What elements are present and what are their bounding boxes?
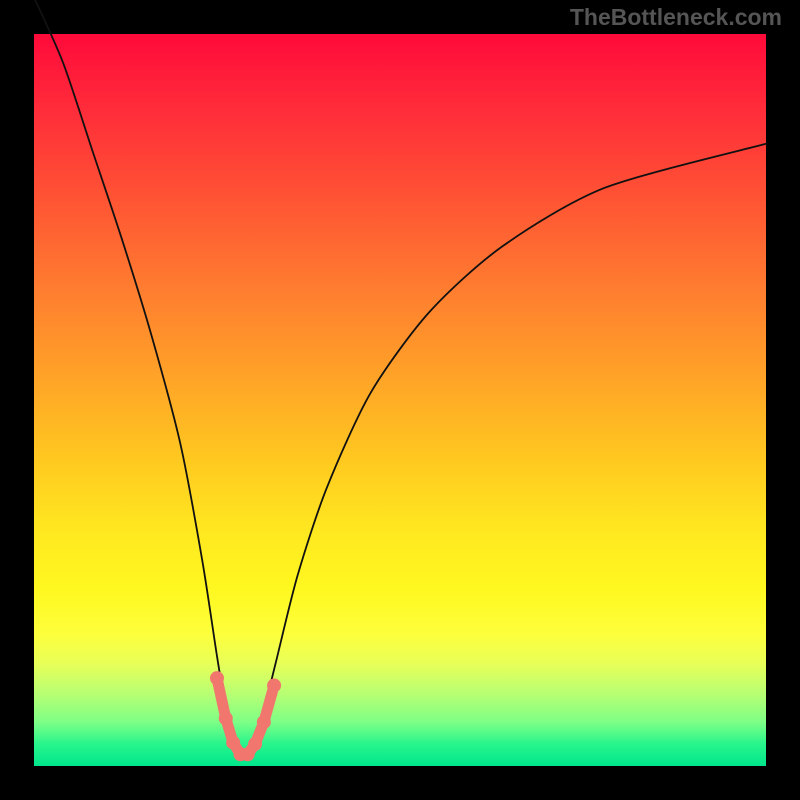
chart-frame: TheBottleneck.com xyxy=(0,0,800,800)
watermark: TheBottleneck.com xyxy=(570,6,782,29)
optimal-zone-dot xyxy=(267,678,281,692)
optimal-zone-dot xyxy=(226,736,240,750)
optimal-zone-dot xyxy=(248,737,262,751)
optimal-zone-dot xyxy=(210,671,224,685)
curve-layer xyxy=(34,34,766,766)
optimal-zone-dot xyxy=(219,711,233,725)
bottleneck-curve xyxy=(34,0,766,759)
optimal-zone-dot xyxy=(257,715,271,729)
